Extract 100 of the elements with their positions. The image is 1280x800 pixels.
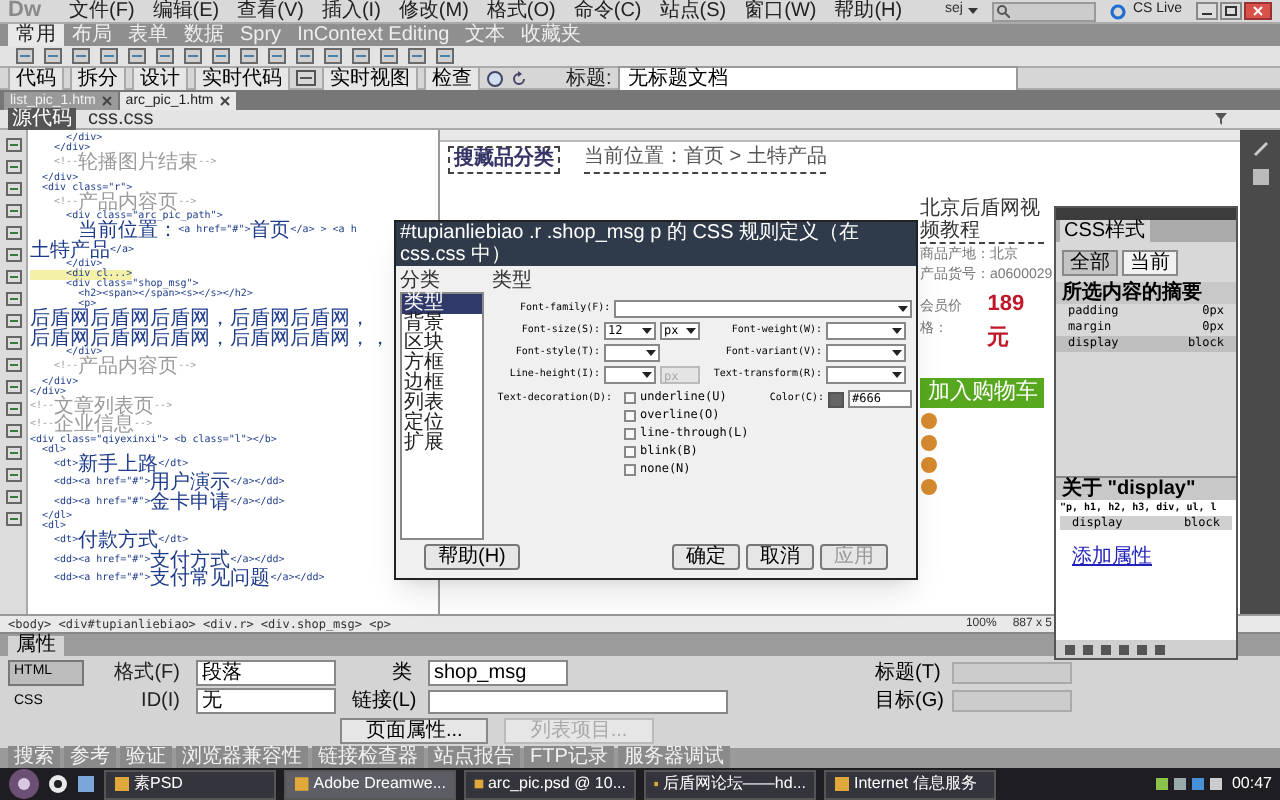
dialog-button[interactable]: 帮助(H) — [424, 544, 520, 570]
code-tool-icon[interactable] — [5, 314, 21, 328]
view-button[interactable]: 代码 — [8, 65, 64, 91]
dropdown-field[interactable] — [826, 366, 906, 384]
menu-item[interactable]: 帮助(H) — [828, 0, 909, 22]
code-tool-icon[interactable] — [5, 270, 21, 284]
circle-icon[interactable] — [1110, 3, 1127, 19]
menu-item[interactable]: 修改(M) — [392, 0, 475, 22]
window-icon[interactable] — [76, 774, 96, 794]
code-tool-icon[interactable] — [5, 358, 21, 372]
caret-icon[interactable] — [892, 372, 902, 378]
code-tool-icon[interactable] — [5, 336, 21, 350]
code-tool-icon[interactable] — [5, 226, 21, 240]
taskbar-button[interactable]: Internet 信息服务 — [824, 769, 996, 799]
caret-icon[interactable] — [642, 328, 652, 334]
category-item[interactable]: 区块 — [402, 334, 482, 354]
taskbar-button[interactable]: arc_pic.psd @ 10... — [464, 769, 636, 799]
toolbar-icon[interactable] — [212, 48, 230, 64]
category-item[interactable]: 方框 — [402, 354, 482, 374]
code-tool-icon[interactable] — [5, 446, 21, 460]
search-field[interactable] — [992, 1, 1097, 21]
pen-icon[interactable] — [1251, 138, 1269, 156]
close-icon[interactable] — [101, 96, 112, 106]
taskbar-button[interactable]: 素PSD — [104, 769, 276, 799]
toolbar-icon[interactable] — [156, 48, 174, 64]
toolbar-icon[interactable] — [16, 48, 34, 64]
title-field[interactable]: 无标题文档 — [617, 65, 1018, 91]
app-icon[interactable] — [834, 776, 850, 792]
toolbar-icon[interactable] — [436, 48, 454, 64]
maximize-icon[interactable] — [1220, 2, 1242, 20]
category-item[interactable]: 背景 — [402, 314, 482, 334]
toolbar-icon[interactable] — [184, 48, 202, 64]
category-item[interactable]: 类型 — [402, 294, 482, 314]
select-field[interactable]: shop_msg — [428, 660, 568, 686]
menu-item[interactable]: 插入(I) — [315, 0, 387, 22]
dialog-button[interactable]: 取消 — [746, 544, 814, 570]
category-item[interactable]: 边框 — [402, 374, 482, 394]
category-item[interactable]: 定位 — [402, 414, 482, 434]
browser-icon[interactable] — [48, 774, 68, 794]
refresh-icon[interactable] — [510, 69, 528, 87]
minimize-icon[interactable] — [1196, 2, 1218, 20]
inspect-icon[interactable] — [296, 70, 316, 86]
css-mode-tab[interactable]: 全部 — [1062, 250, 1118, 276]
app-icon[interactable] — [114, 776, 130, 792]
taskbar-button[interactable]: 后盾网论坛——hd... — [644, 769, 816, 799]
panel-icon[interactable] — [1251, 168, 1269, 186]
code-tool-icon[interactable] — [5, 380, 21, 394]
code-tool-icon[interactable] — [5, 490, 21, 504]
code-tool-icon[interactable] — [5, 424, 21, 438]
caret-icon[interactable] — [642, 372, 652, 378]
checkbox[interactable] — [624, 428, 636, 440]
code-tool-icon[interactable] — [5, 512, 21, 526]
code-tool-icon[interactable] — [5, 138, 21, 152]
add-property-link[interactable]: 添加属性 — [1072, 546, 1152, 568]
select-field[interactable] — [428, 689, 728, 713]
related-file-tab[interactable]: 源代码 — [8, 108, 76, 130]
toolbar-icon[interactable] — [240, 48, 258, 64]
code-tool-icon[interactable] — [5, 468, 21, 482]
toolbar-icon[interactable] — [296, 48, 314, 64]
search-icon[interactable] — [996, 4, 1011, 18]
toolbar-icon[interactable] — [268, 48, 286, 64]
toolbar-icon[interactable] — [324, 48, 342, 64]
toolbar-icon[interactable] — [72, 48, 90, 64]
caret-icon[interactable] — [892, 350, 902, 356]
toolbar-icon[interactable] — [352, 48, 370, 64]
toolbar-icon[interactable] — [408, 48, 426, 64]
checkbox[interactable] — [624, 392, 636, 404]
dropdown-field[interactable] — [826, 344, 906, 362]
code-tool-icon[interactable] — [5, 204, 21, 218]
page-properties-button[interactable]: 页面属性... — [340, 718, 489, 744]
view-button[interactable]: 实时代码 — [194, 65, 290, 91]
dropdown-field[interactable] — [604, 344, 660, 362]
panel-title-tab[interactable]: CSS样式 — [1060, 220, 1150, 242]
select-field[interactable]: 无 — [196, 688, 336, 714]
insert-tab[interactable]: 常用 — [8, 24, 64, 46]
close-icon[interactable] — [1244, 2, 1272, 20]
code-tool-icon[interactable] — [5, 182, 21, 196]
category-item[interactable]: 扩展 — [402, 434, 482, 454]
view-button[interactable]: 实时视图 — [322, 65, 418, 91]
select-field[interactable]: 段落 — [196, 660, 336, 686]
close-icon[interactable] — [219, 96, 230, 106]
globe-icon[interactable] — [486, 69, 504, 87]
menu-item[interactable]: 命令(C) — [567, 0, 648, 22]
dropdown-field[interactable] — [604, 366, 656, 384]
code-tool-icon[interactable] — [5, 160, 21, 174]
related-file-tab[interactable]: css.css — [84, 108, 158, 130]
view-button[interactable]: 检查 — [424, 65, 480, 91]
menu-item[interactable]: 格式(O) — [480, 0, 562, 22]
menu-item[interactable]: 编辑(E) — [146, 0, 226, 22]
caret-icon[interactable] — [968, 8, 979, 14]
title-input[interactable] — [952, 662, 1072, 684]
toolbar-icon[interactable] — [128, 48, 146, 64]
caret-icon[interactable] — [898, 306, 908, 312]
view-button[interactable]: 设计 — [132, 65, 188, 91]
category-item[interactable]: 列表 — [402, 394, 482, 414]
caret-icon[interactable] — [646, 350, 656, 356]
css-mode-tab[interactable]: 当前 — [1122, 250, 1178, 276]
menu-item[interactable]: 站点(S) — [653, 0, 733, 22]
code-tool-icon[interactable] — [5, 248, 21, 262]
app-icon[interactable] — [294, 776, 310, 792]
